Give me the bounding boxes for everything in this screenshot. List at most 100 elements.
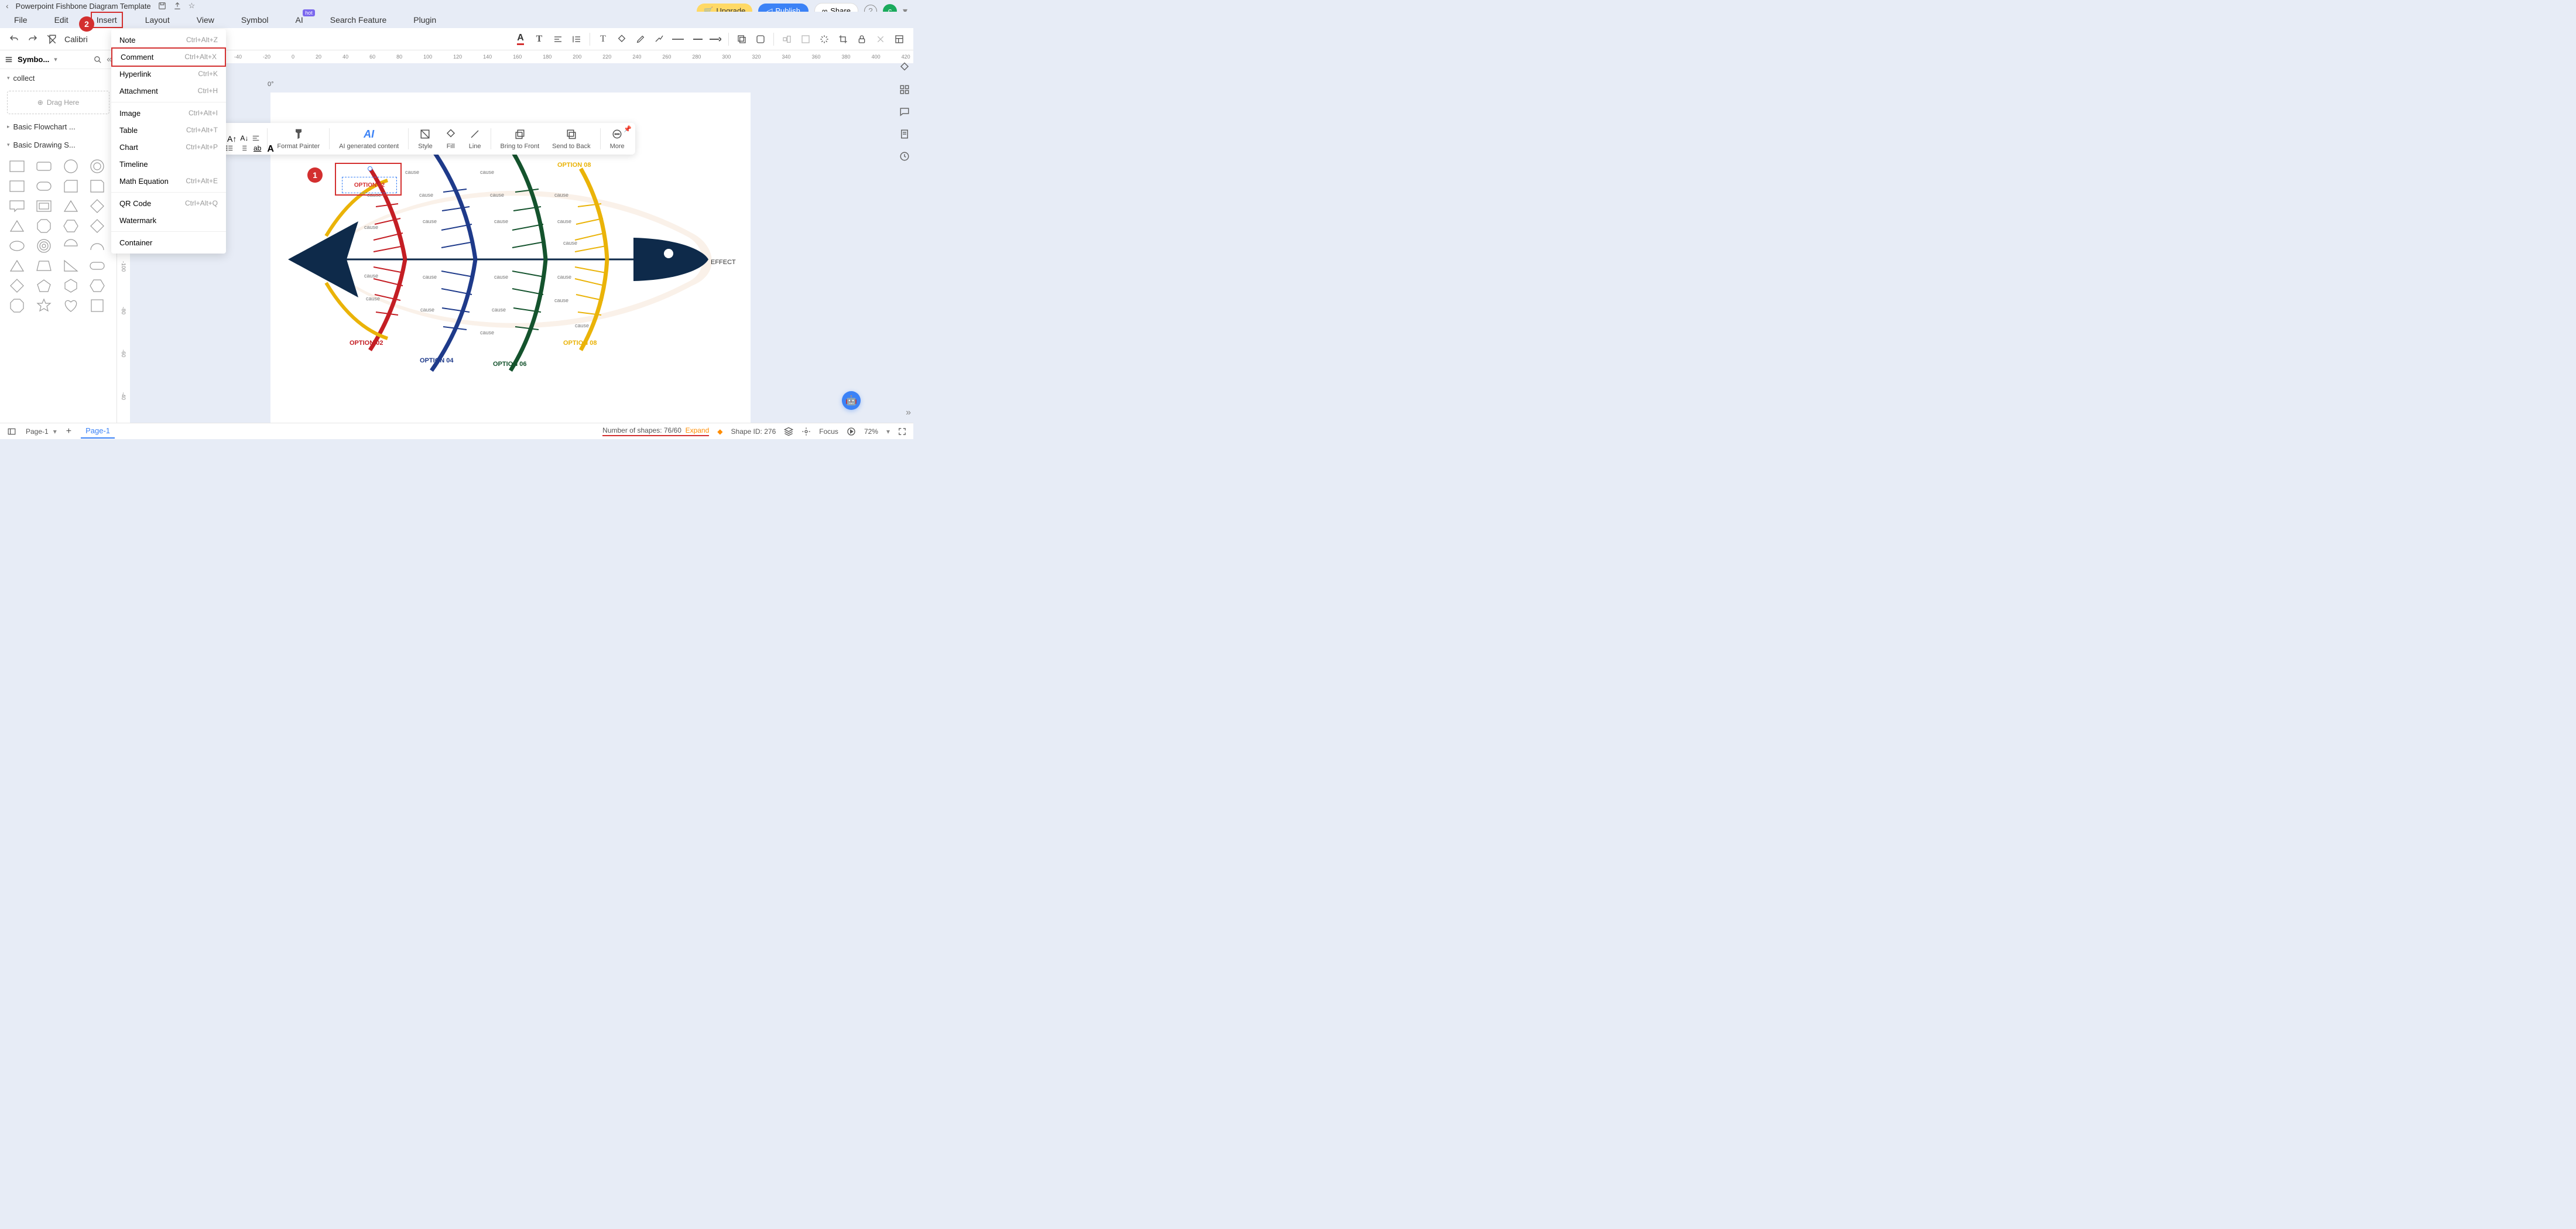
shape-hexagon[interactable] bbox=[60, 217, 82, 235]
rotate-handle[interactable] bbox=[368, 166, 372, 171]
shape-frame[interactable] bbox=[33, 197, 55, 215]
expand-link[interactable]: Expand bbox=[686, 426, 710, 434]
shape-octagon[interactable] bbox=[33, 217, 55, 235]
decrease-font-icon[interactable]: A↓ bbox=[240, 134, 248, 143]
shape-arc[interactable] bbox=[86, 237, 108, 255]
arrow-end-button[interactable] bbox=[710, 33, 721, 45]
bullet-list-icon[interactable] bbox=[225, 144, 234, 155]
add-page-button[interactable]: + bbox=[66, 426, 71, 437]
shape-hexagon2[interactable] bbox=[60, 277, 82, 295]
connector-button[interactable] bbox=[653, 33, 665, 45]
shape-star[interactable] bbox=[33, 297, 55, 314]
dropdown-image[interactable]: ImageCtrl+Alt+I bbox=[111, 105, 226, 122]
font-color-button[interactable]: A bbox=[515, 33, 526, 45]
dropdown-attachment[interactable]: AttachmentCtrl+H bbox=[111, 83, 226, 100]
comment-icon[interactable] bbox=[899, 107, 910, 117]
shape-target[interactable] bbox=[33, 237, 55, 255]
page-layout-icon[interactable] bbox=[7, 427, 16, 436]
dropdown-table[interactable]: TableCtrl+Alt+T bbox=[111, 122, 226, 139]
section-collect[interactable]: collect bbox=[0, 69, 117, 87]
shape-triangle3[interactable] bbox=[6, 257, 28, 275]
dropdown-watermark[interactable]: Watermark bbox=[111, 212, 226, 229]
fill-button[interactable]: Fill bbox=[440, 125, 462, 152]
shape-diamond[interactable] bbox=[86, 197, 108, 215]
shape-rect[interactable] bbox=[6, 158, 28, 175]
shape-snip[interactable] bbox=[60, 177, 82, 195]
chat-button[interactable]: 🤖 bbox=[842, 391, 861, 410]
selected-shape-box[interactable]: OPTION 02 bbox=[335, 163, 402, 196]
menu-edit[interactable]: Edit bbox=[50, 13, 73, 27]
save-icon[interactable] bbox=[158, 2, 166, 10]
page-tab-1[interactable]: Page-1 bbox=[81, 424, 115, 439]
shadow-button[interactable] bbox=[736, 33, 748, 45]
ai-content-button[interactable]: AI AI generated content bbox=[333, 125, 405, 152]
shape-chord[interactable] bbox=[60, 237, 82, 255]
line-button[interactable]: Line bbox=[463, 125, 487, 152]
layers-icon[interactable] bbox=[899, 84, 910, 95]
shape-rounded-rect[interactable] bbox=[33, 158, 55, 175]
style-button[interactable]: Style bbox=[412, 125, 438, 152]
theme-icon[interactable] bbox=[899, 62, 910, 73]
shape-ring[interactable] bbox=[86, 158, 108, 175]
dropdown-hyperlink[interactable]: HyperlinkCtrl+K bbox=[111, 66, 226, 83]
shape-diamond3[interactable] bbox=[6, 277, 28, 295]
dropdown-timeline[interactable]: Timeline bbox=[111, 156, 226, 173]
font-a-icon[interactable]: A bbox=[267, 144, 274, 155]
redo-button[interactable] bbox=[27, 33, 39, 45]
focus-label[interactable]: Focus bbox=[819, 427, 838, 436]
drag-here-zone[interactable]: ⊕ Drag Here bbox=[7, 91, 109, 114]
align-objects-button[interactable] bbox=[781, 33, 793, 45]
menu-symbol[interactable]: Symbol bbox=[237, 13, 273, 27]
collapse-right-icon[interactable]: » bbox=[906, 408, 911, 418]
pin-icon[interactable]: 📌 bbox=[624, 125, 632, 133]
dropdown-container[interactable]: Container bbox=[111, 234, 226, 251]
page-selector[interactable]: Page-1 ▾ bbox=[26, 427, 57, 436]
arrow-start-button[interactable] bbox=[691, 33, 703, 45]
shape-right-triangle[interactable] bbox=[60, 257, 82, 275]
tools-button[interactable] bbox=[875, 33, 886, 45]
star-icon[interactable]: ☆ bbox=[189, 1, 196, 11]
lock-button[interactable] bbox=[856, 33, 868, 45]
shape-diamond2[interactable] bbox=[86, 217, 108, 235]
menu-ai[interactable]: AI hot bbox=[291, 13, 308, 27]
canvas[interactable]: 0° bbox=[130, 63, 913, 425]
group-button[interactable] bbox=[800, 33, 811, 45]
shape-heart[interactable] bbox=[60, 297, 82, 314]
target-icon[interactable] bbox=[801, 427, 811, 436]
export-icon[interactable] bbox=[173, 2, 181, 10]
rounded-button[interactable] bbox=[755, 33, 766, 45]
history-icon[interactable] bbox=[899, 151, 910, 162]
menu-insert[interactable]: Insert bbox=[91, 12, 123, 28]
shape-octagon2[interactable] bbox=[6, 297, 28, 314]
pen-button[interactable] bbox=[635, 33, 646, 45]
dropdown-comment[interactable]: CommentCtrl+Alt+X bbox=[111, 47, 226, 67]
line-style-button[interactable] bbox=[672, 33, 684, 45]
dropdown-chart[interactable]: ChartCtrl+Alt+P bbox=[111, 139, 226, 156]
shape-snip2[interactable] bbox=[86, 177, 108, 195]
undo-button[interactable] bbox=[8, 33, 20, 45]
stack-icon[interactable] bbox=[784, 427, 793, 436]
shape-square[interactable] bbox=[86, 297, 108, 314]
back-button[interactable]: ‹ bbox=[6, 1, 9, 11]
dropdown-math[interactable]: Math EquationCtrl+Alt+E bbox=[111, 173, 226, 190]
shape-ellipse-wide[interactable] bbox=[6, 237, 28, 255]
shape-triangle2[interactable] bbox=[6, 217, 28, 235]
bold-button[interactable]: T bbox=[533, 33, 545, 45]
underline-icon[interactable]: ab bbox=[254, 144, 261, 155]
dropdown-icon[interactable]: ▾ bbox=[54, 56, 57, 63]
paint-format-button[interactable] bbox=[46, 33, 57, 45]
shape-hexagon3[interactable] bbox=[86, 277, 108, 295]
shape-rect2[interactable] bbox=[6, 177, 28, 195]
menu-view[interactable]: View bbox=[192, 13, 219, 27]
diamond-icon[interactable]: ◆ bbox=[717, 427, 722, 436]
fill-button[interactable] bbox=[616, 33, 628, 45]
shape-triangle[interactable] bbox=[60, 197, 82, 215]
search-icon[interactable] bbox=[94, 56, 102, 64]
effects-button[interactable] bbox=[818, 33, 830, 45]
shape-callout[interactable] bbox=[6, 197, 28, 215]
menu-search[interactable]: Search Feature bbox=[326, 13, 392, 27]
library-icon[interactable] bbox=[5, 56, 13, 64]
increase-font-icon[interactable]: A↑ bbox=[227, 134, 237, 143]
menu-layout[interactable]: Layout bbox=[141, 13, 174, 27]
align-icon[interactable] bbox=[252, 134, 260, 143]
